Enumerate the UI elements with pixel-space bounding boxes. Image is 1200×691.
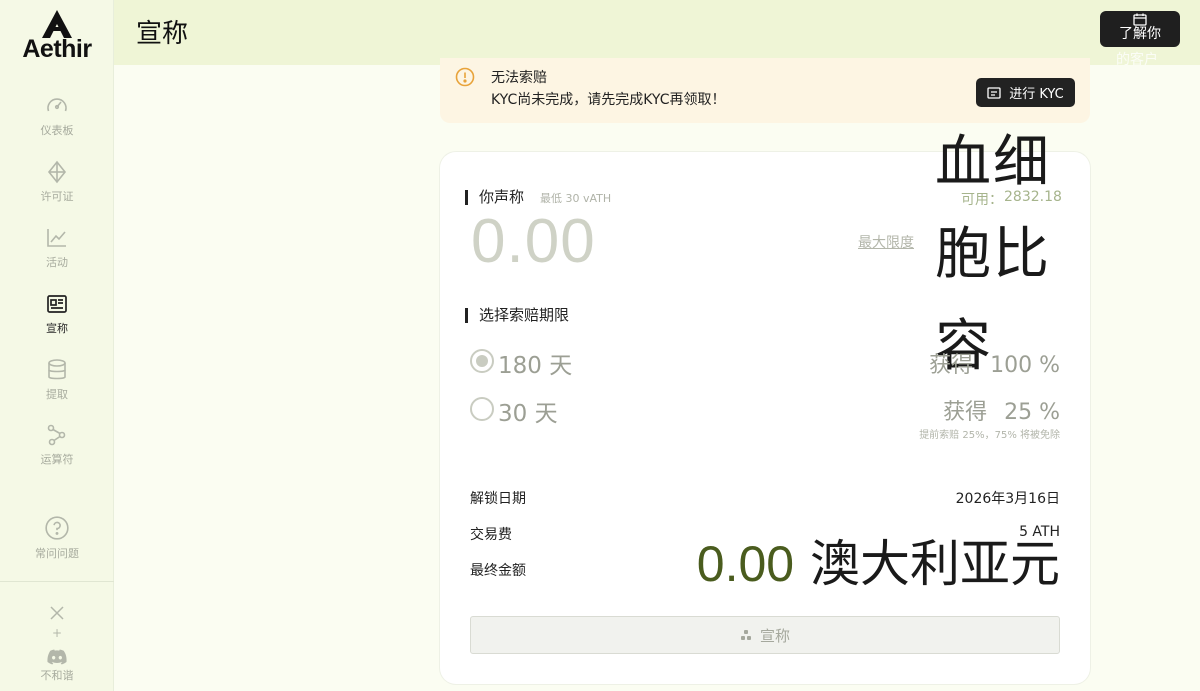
option-label: 30 天 bbox=[498, 401, 558, 427]
sidebar: Aethir 仪表板 许可证 活动 宣称 提取 运算符 常问问题 + 不和谐 bbox=[0, 0, 114, 691]
discord-link[interactable]: 不和谐 bbox=[0, 649, 114, 683]
sidebar-item-label: 提取 bbox=[46, 388, 68, 401]
final-amount-currency: 澳大利亚元 bbox=[810, 535, 1060, 593]
chart-line-icon bbox=[47, 229, 66, 247]
minimum-note: 最低 30 vATH bbox=[540, 192, 612, 205]
option-label: 180 天 bbox=[498, 353, 573, 379]
final-amount-value: 0.00 bbox=[696, 536, 795, 592]
period-option-30[interactable]: 30 天 bbox=[468, 393, 618, 427]
diamond-icon bbox=[47, 160, 67, 184]
claim-button-label: 宣称 bbox=[759, 626, 790, 645]
kyc-warning-banner: 无法索赔 KYC尚未完成，请先完成KYC再领取！ 进行 KYC bbox=[440, 58, 1090, 123]
sidebar-item-label: 运算符 bbox=[40, 453, 74, 466]
early-claim-note: 提前索赔 25%，75% 将被免除 bbox=[919, 430, 1060, 441]
earn-label: 获得 bbox=[943, 400, 988, 425]
claim-card: 你声称 最低 30 vATH 可用： 2832.18 0.00 最大限度 血细胞… bbox=[440, 130, 1090, 684]
discord-icon bbox=[47, 649, 67, 665]
sidebar-item-label: 活动 bbox=[46, 256, 68, 269]
learn-kyc-label: 了解你 bbox=[1119, 26, 1161, 42]
banner-message: KYC尚未完成，请先完成KYC再领取！ bbox=[491, 92, 726, 108]
discord-label: 不和谐 bbox=[40, 669, 74, 682]
page-title: 宣称 bbox=[136, 19, 189, 49]
sidebar-item-claim[interactable]: 宣称 bbox=[0, 292, 114, 348]
radio-selected[interactable] bbox=[470, 349, 494, 373]
sidebar-item-label: 宣称 bbox=[46, 322, 68, 335]
x-link[interactable] bbox=[0, 604, 114, 622]
earn-rate-180: 获得 100 % bbox=[929, 347, 1060, 379]
start-kyc-button[interactable]: 进行 KYC bbox=[976, 78, 1075, 107]
sidebar-item-faq[interactable]: 常问问题 bbox=[0, 515, 114, 571]
brand-name: Aethir bbox=[22, 35, 92, 63]
brand-logo[interactable]: Aethir bbox=[0, 10, 114, 64]
amount-section-label: 你声称 bbox=[465, 190, 524, 205]
final-amount-label: 最终金额 bbox=[470, 563, 526, 579]
sidebar-item-label: 仪表板 bbox=[40, 124, 74, 137]
sidebar-item-operators[interactable]: 运算符 bbox=[0, 423, 114, 479]
earn-value: 100 % bbox=[990, 353, 1060, 378]
sidebar-item-activity[interactable]: 活动 bbox=[0, 226, 114, 282]
x-logo-icon bbox=[50, 606, 64, 620]
fee-label: 交易费 bbox=[470, 527, 512, 543]
learn-kyc-button[interactable]: 了解你 bbox=[1100, 11, 1180, 47]
learn-kyc-label-overflow: 的客户 bbox=[1116, 52, 1158, 68]
earn-label: 获得 bbox=[929, 353, 974, 378]
sidebar-item-label: 许可证 bbox=[40, 190, 74, 203]
max-amount-link[interactable]: 最大限度 bbox=[858, 232, 914, 252]
final-amount: 0.00 澳大利亚元 bbox=[697, 534, 1060, 594]
newspaper-icon bbox=[47, 295, 67, 313]
coins-icon bbox=[740, 630, 751, 640]
aethir-logo-icon bbox=[42, 10, 72, 38]
page-header: 宣称 了解你 bbox=[114, 0, 1200, 65]
unlock-date-value: 2026年3月16日 bbox=[955, 491, 1060, 507]
id-card-icon bbox=[987, 86, 1001, 99]
claim-button[interactable]: 宣称 bbox=[470, 616, 1060, 654]
sidebar-item-label: 常问问题 bbox=[35, 547, 79, 560]
sidebar-item-withdraw[interactable]: 提取 bbox=[0, 358, 114, 414]
sidebar-item-dashboard[interactable]: 仪表板 bbox=[0, 94, 114, 150]
earn-rate-30: 获得 25 % bbox=[943, 394, 1060, 426]
question-icon bbox=[45, 516, 69, 540]
radio-unselected[interactable] bbox=[470, 397, 494, 421]
claim-amount-input[interactable]: 0.00 bbox=[471, 206, 596, 277]
earn-value: 25 % bbox=[1004, 400, 1060, 425]
sidebar-divider bbox=[0, 581, 114, 582]
warning-icon bbox=[455, 67, 475, 87]
start-kyc-label: 进行 KYC bbox=[1009, 87, 1064, 102]
nodes-icon bbox=[47, 424, 66, 446]
period-option-180[interactable]: 180 天 bbox=[468, 345, 618, 379]
calendar-icon bbox=[1133, 13, 1147, 26]
sidebar-item-license[interactable]: 许可证 bbox=[0, 160, 114, 216]
gauge-icon bbox=[47, 98, 67, 112]
banner-title: 无法索赔 bbox=[491, 70, 547, 86]
social-plus: + bbox=[51, 626, 63, 640]
database-icon bbox=[48, 359, 66, 380]
period-section-label: 选择索赔期限 bbox=[465, 308, 569, 323]
unlock-date-label: 解锁日期 bbox=[470, 491, 526, 507]
